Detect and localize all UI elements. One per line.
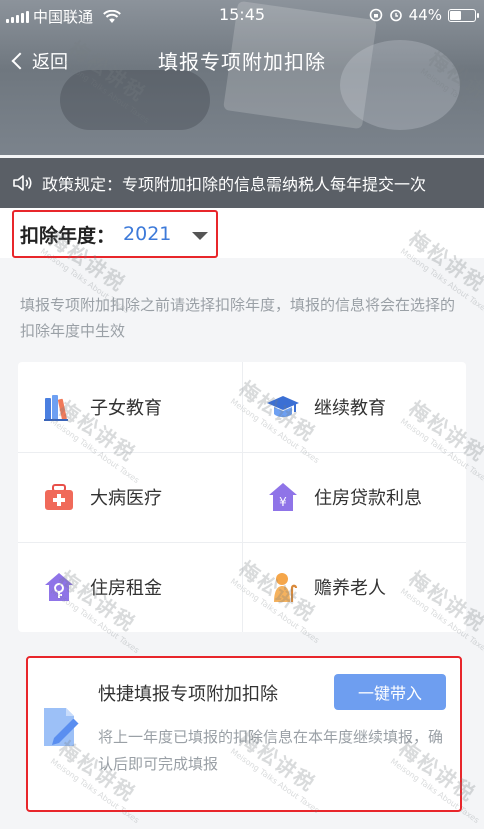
speaker-icon [13,175,32,191]
books-icon [44,395,68,421]
category-housing-loan-interest[interactable]: ¥ 住房贷款利息 [242,452,466,542]
header-banner: 中国联通 15:45 44% 返回 填报专项附加扣除 [0,0,484,155]
medical-kit-icon [45,484,73,510]
quick-fill-card: 快捷填报专项附加扣除 一键带入 将上一年度已填报的扣除信息在本年度继续填报，确认… [26,656,462,812]
nav-bar: 返回 填报专项附加扣除 [0,40,484,84]
document-edit-icon [44,708,80,746]
category-label: 继续教育 [314,398,386,419]
category-serious-illness[interactable]: 大病医疗 [18,452,242,542]
caret-down-icon [192,232,208,240]
category-label: 赡养老人 [314,578,386,599]
category-continuing-education[interactable]: 继续教育 [242,362,466,452]
house-yen-icon: ¥ [269,483,297,511]
house-key-icon [45,573,73,601]
category-housing-rent[interactable]: 住房租金 [18,542,242,632]
category-label: 住房贷款利息 [314,488,422,509]
year-label: 扣除年度： [20,224,116,247]
category-children-education[interactable]: 子女教育 [18,362,242,452]
policy-notice-text: 政策规定：专项附加扣除的信息需纳税人每年提交一次 [42,175,427,194]
battery-percent: 44% [408,6,442,24]
category-label: 子女教育 [90,398,162,419]
svg-text:¥: ¥ [279,495,287,509]
category-label: 大病医疗 [90,488,162,509]
year-selector[interactable]: 扣除年度： 2021 [12,210,218,258]
year-hint: 填报专项附加扣除之前请选择扣除年度，填报的信息将会在选择的扣除年度中生效 [20,296,456,340]
elderly-icon [274,573,298,602]
quick-fill-description: 将上一年度已填报的扣除信息在本年度继续填报，确认后即可完成填报 [98,728,444,773]
category-elderly-support[interactable]: 赡养老人 [242,542,466,632]
graduation-cap-icon [267,396,299,417]
year-row: 扣除年度： 2021 [0,208,484,258]
rotation-lock-icon [369,8,382,22]
battery-icon [448,8,479,22]
one-click-import-button[interactable]: 一键带入 [334,674,446,710]
alarm-icon [389,9,402,22]
page-title: 填报专项附加扣除 [158,50,326,74]
year-value: 2021 [123,223,172,245]
deduction-category-grid: 子女教育 继续教育 大病医疗 ¥ 住房贷款利息 住房租金 赡养老人 [18,362,466,632]
status-bar: 中国联通 15:45 44% [0,0,484,30]
policy-notice: 政策规定：专项附加扣除的信息需纳税人每年提交一次 [0,158,484,208]
category-label: 住房租金 [90,578,162,599]
quick-fill-title: 快捷填报专项附加扣除 [98,684,278,705]
